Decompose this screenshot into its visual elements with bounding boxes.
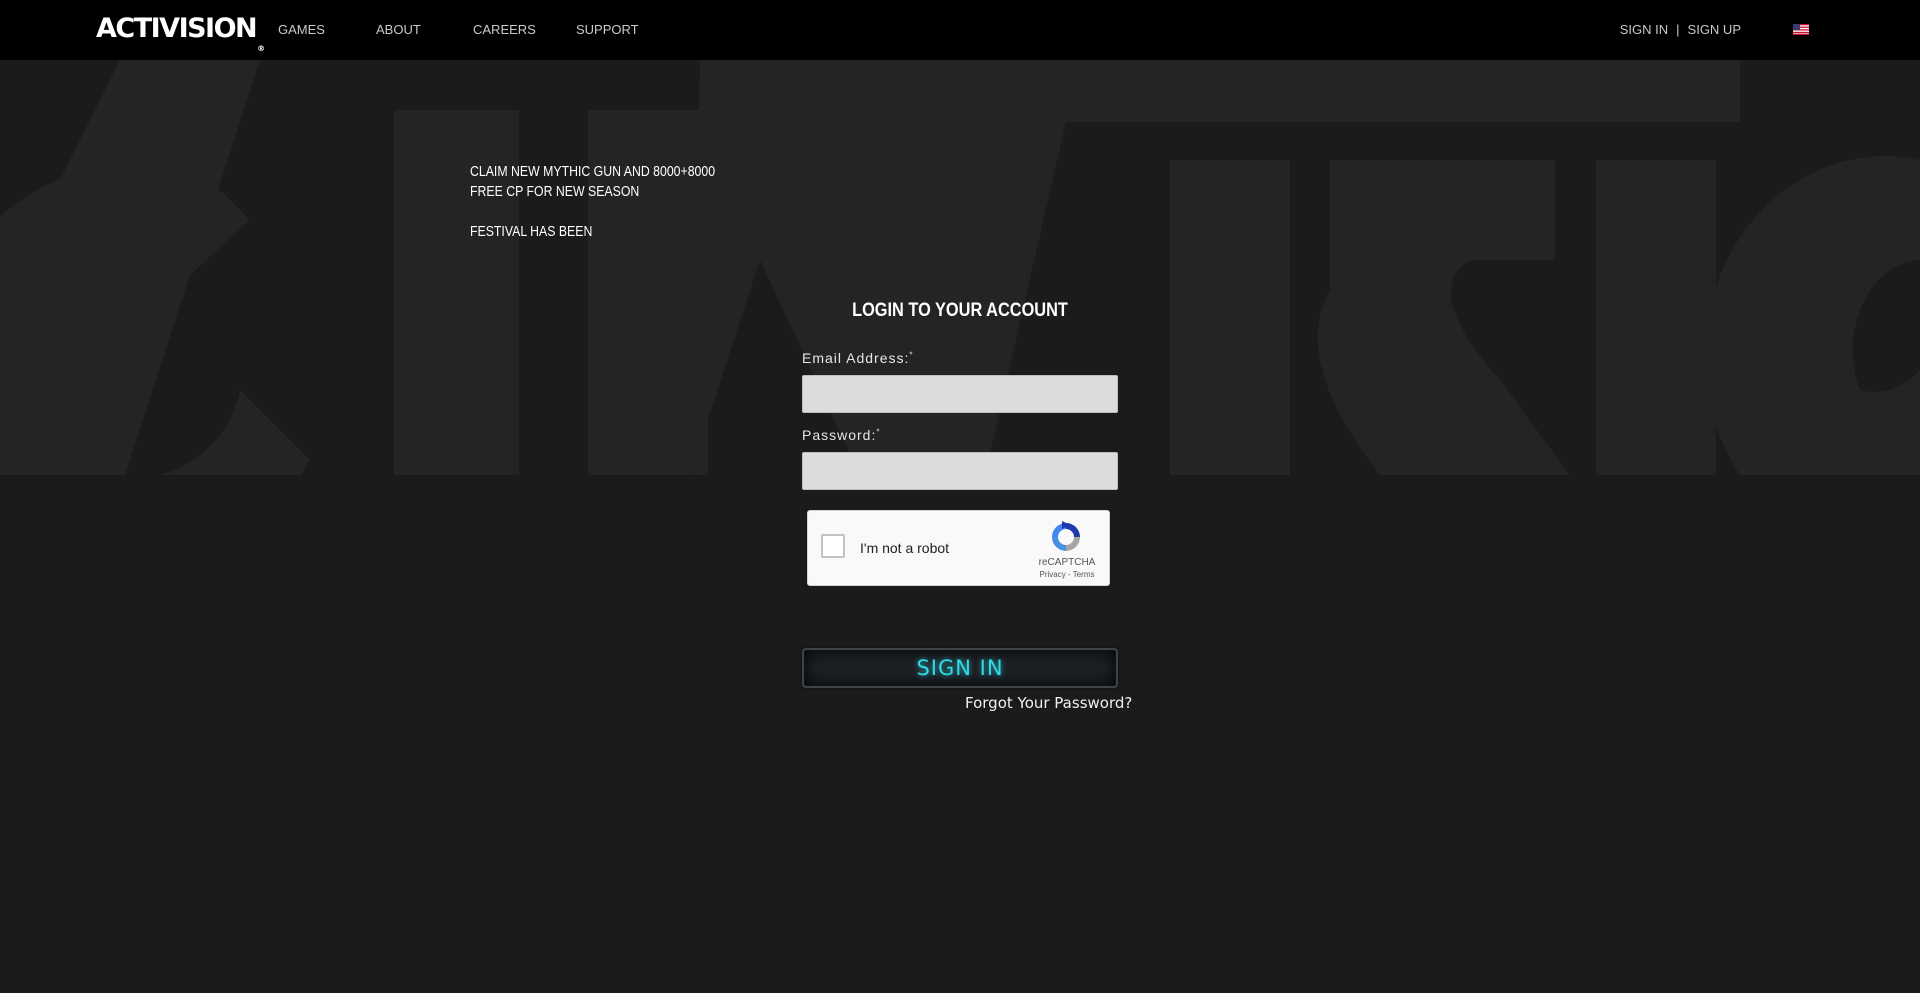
recaptcha-widget: I'm not a robot reCAPTCHA Privacy - Term…	[807, 510, 1110, 586]
nav-about[interactable]: ABOUT	[376, 22, 421, 37]
promo-line-1: CLAIM NEW MYTHIC GUN AND 8000+8000 FREE …	[470, 163, 716, 200]
nav-games[interactable]: GAMES	[278, 22, 325, 37]
password-field[interactable]	[802, 452, 1118, 490]
sign-in-link[interactable]: SIGN IN	[1620, 22, 1668, 37]
auth-links: SIGN IN | SIGN UP	[1620, 22, 1767, 37]
sign-up-link[interactable]: SIGN UP	[1688, 22, 1741, 37]
activision-logo[interactable]: ACTIVISION®	[96, 13, 265, 65]
nav-support[interactable]: SUPPORT	[576, 22, 639, 37]
recaptcha-links[interactable]: Privacy - Terms	[1032, 570, 1102, 579]
login-title: LOGIN TO YOUR ACCOUNT	[852, 300, 1068, 321]
forgot-password-link[interactable]: Forgot Your Password?	[965, 694, 1132, 712]
us-flag-icon[interactable]	[1793, 24, 1809, 35]
recaptcha-brand: reCAPTCHA	[1038, 557, 1096, 568]
recaptcha-label: I'm not a robot	[860, 540, 950, 556]
nav-careers[interactable]: CAREERS	[473, 22, 536, 37]
top-navigation-bar: ACTIVISION® GAMES ABOUT CAREERS SUPPORT …	[0, 0, 1920, 60]
recaptcha-checkbox[interactable]	[821, 534, 845, 558]
promo-text: CLAIM NEW MYTHIC GUN AND 8000+8000 FREE …	[470, 162, 716, 262]
email-label: Email Address:*	[802, 350, 914, 366]
auth-separator: |	[1676, 22, 1680, 37]
sign-in-button[interactable]: SIGN IN	[802, 648, 1118, 688]
email-field[interactable]	[802, 375, 1118, 413]
recaptcha-logo-icon	[1052, 521, 1080, 551]
promo-line-2: FESTIVAL HAS BEEN	[470, 223, 593, 240]
password-label: Password:*	[802, 427, 881, 443]
